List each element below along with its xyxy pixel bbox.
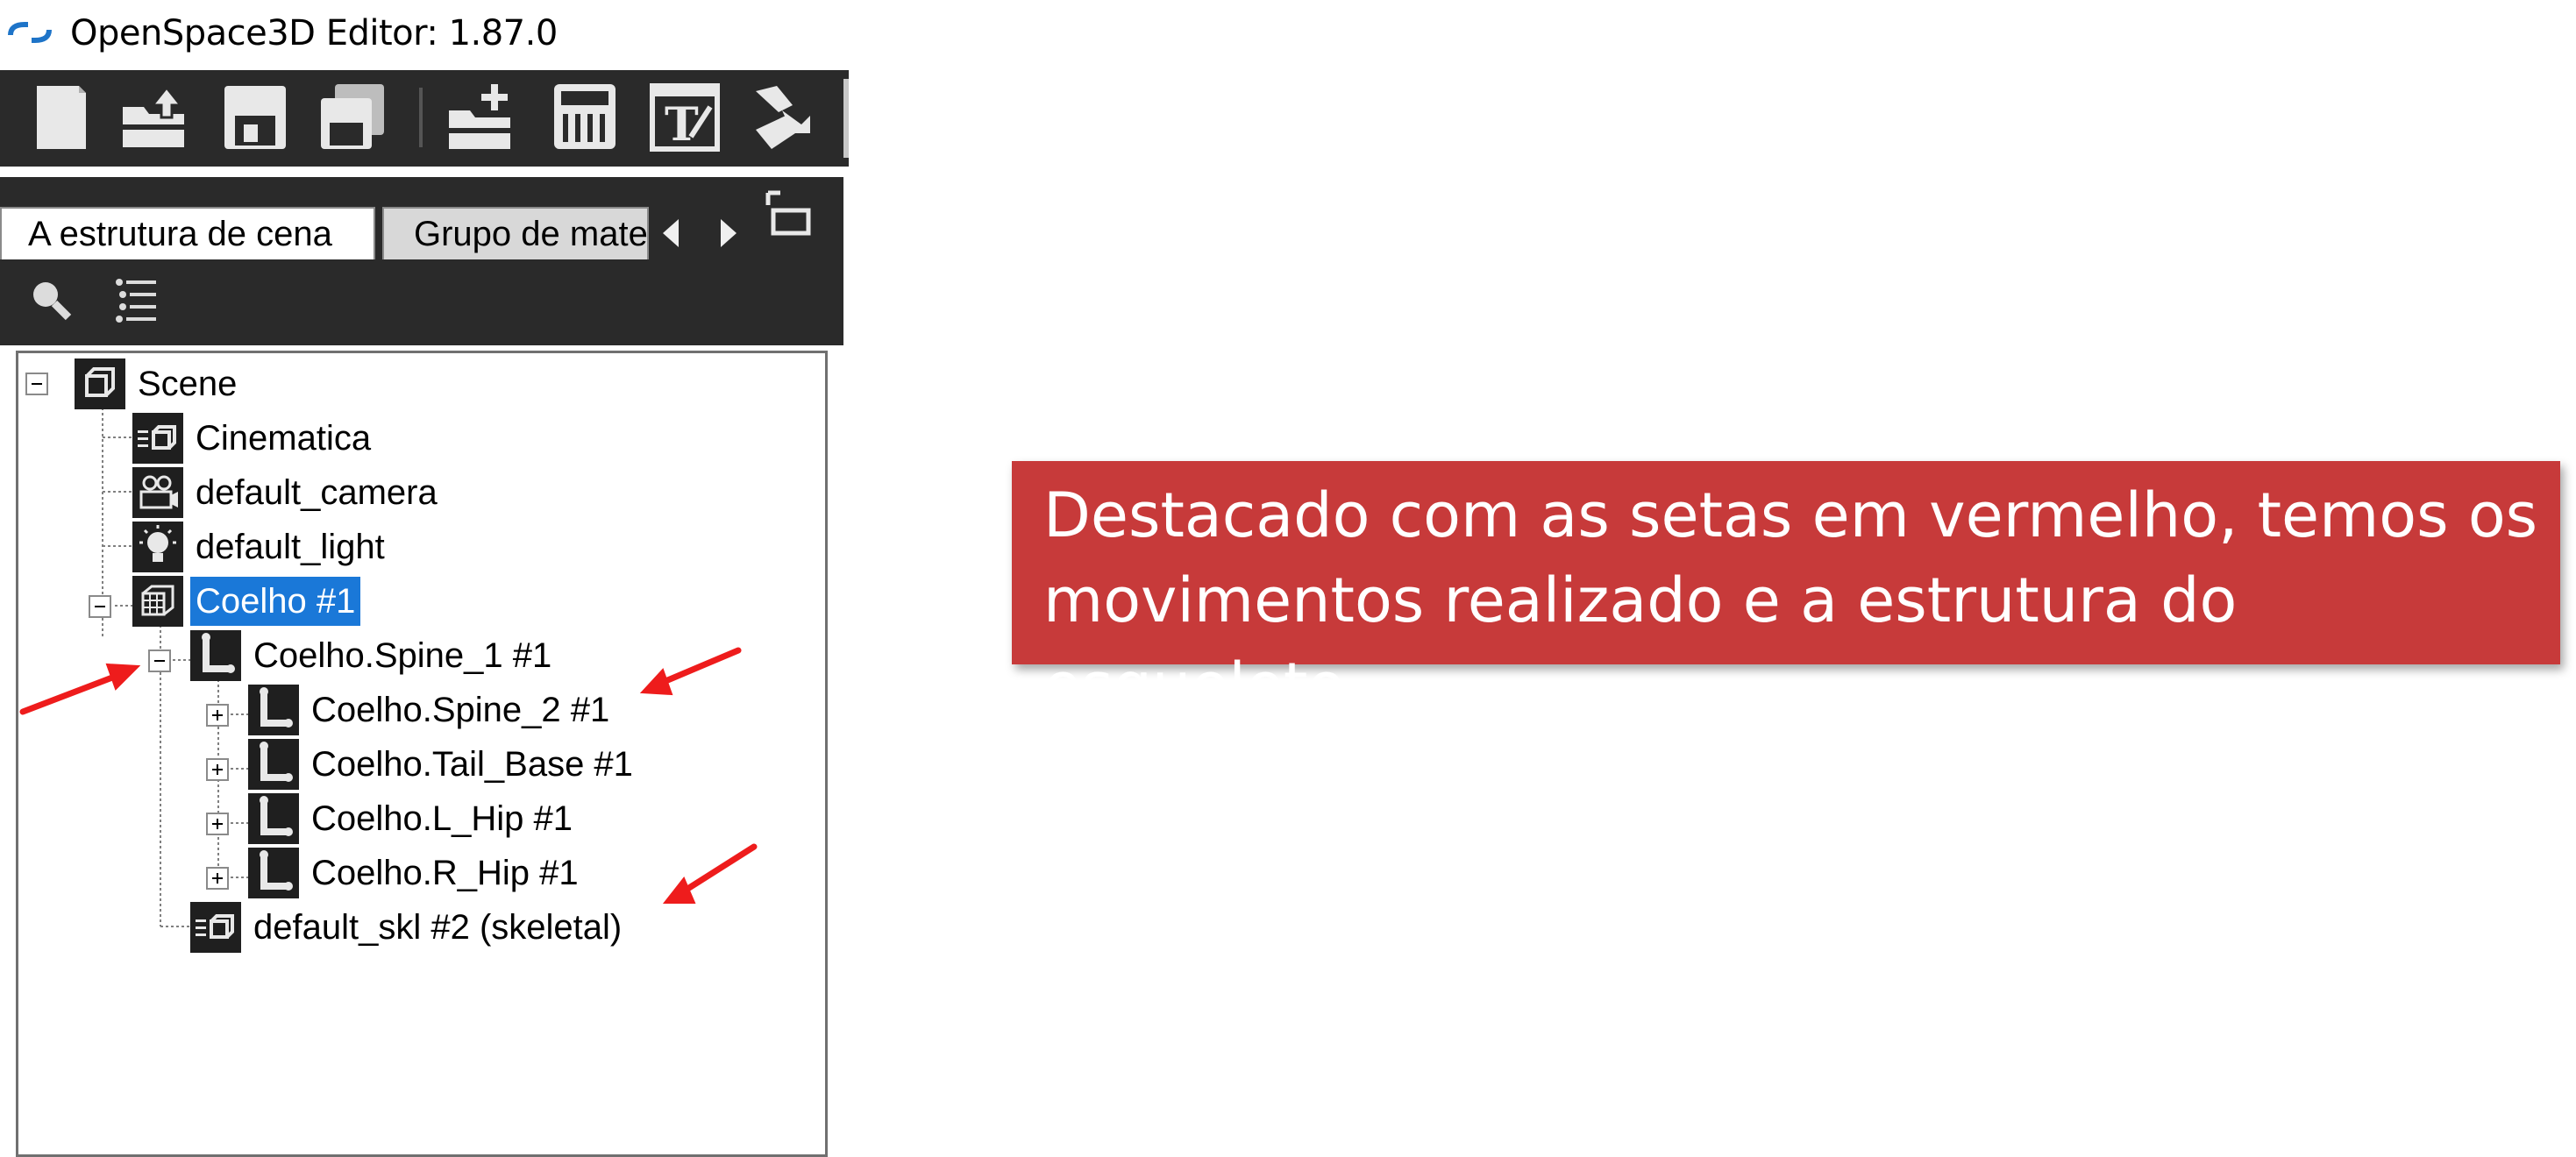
red-arrow — [679, 843, 758, 896]
red-arrow — [19, 671, 123, 715]
red-arrow-head — [105, 663, 141, 691]
callout-text: Destacado com as setas em vermelho, temo… — [1043, 479, 2538, 721]
red-arrow-head — [639, 668, 673, 696]
callout-box: Destacado com as setas em vermelho, temo… — [1012, 461, 2560, 721]
red-arrow — [656, 647, 742, 687]
red-arrow-head — [662, 877, 696, 904]
